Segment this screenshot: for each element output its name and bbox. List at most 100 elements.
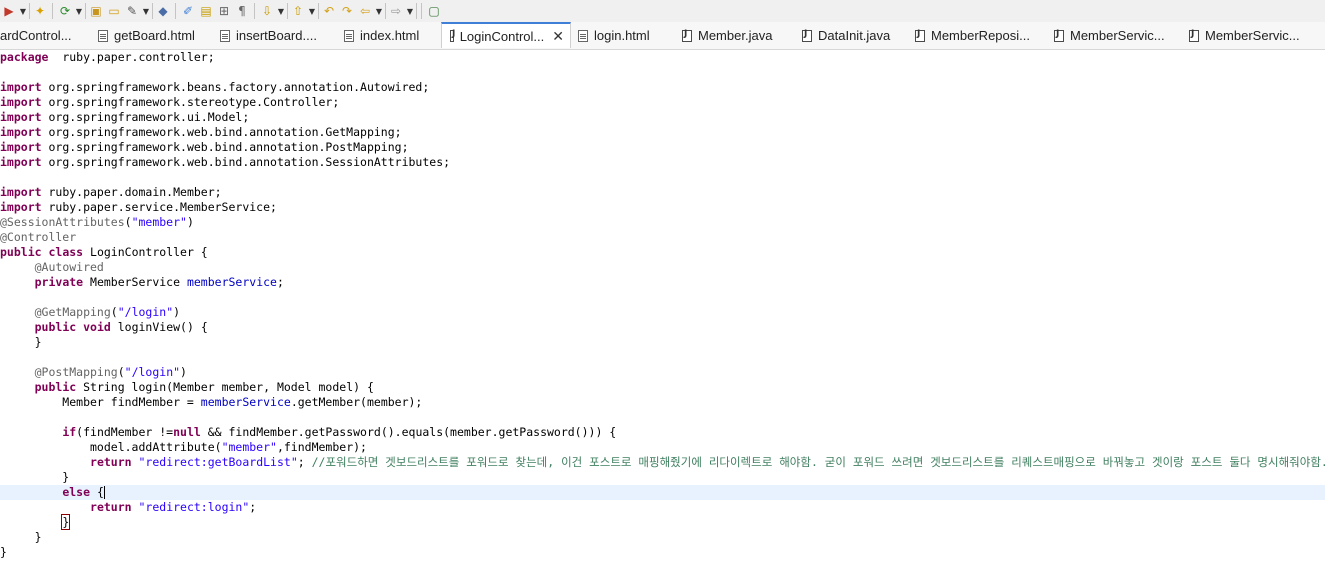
dropdown-arrow-icon[interactable]: ▼ [74, 0, 84, 22]
editor-tab[interactable]: login.html [578, 22, 650, 49]
code-line[interactable]: model.addAttribute("member",findMember); [0, 440, 367, 455]
string-token: "/login" [124, 365, 181, 379]
text-cursor [103, 486, 105, 499]
code-token: LoginController { [83, 245, 208, 259]
string-token: "redirect:getBoardList" [138, 455, 298, 469]
editor-tab-label: MemberServic... [1070, 28, 1165, 43]
code-token: } [0, 530, 42, 544]
prev-annotation-icon[interactable]: ⇧ [289, 0, 307, 22]
last-edit-forward-icon[interactable]: ↷ [338, 0, 356, 22]
code-token: } [0, 545, 7, 559]
block-selection-icon[interactable]: ▤ [197, 0, 215, 22]
editor-tab[interactable]: LoginControl... ✕ [441, 22, 571, 48]
code-line[interactable]: import org.springframework.beans.factory… [0, 80, 429, 95]
keyword-token: class [48, 245, 84, 259]
highlight-icon[interactable]: ✐ [179, 0, 197, 22]
code-line[interactable]: import org.springframework.web.bind.anno… [0, 155, 450, 170]
code-line[interactable]: private MemberService memberService; [0, 275, 284, 290]
code-line[interactable]: @Autowired [0, 260, 104, 275]
run-icon[interactable]: ▶ [0, 0, 18, 22]
code-line[interactable]: if(findMember !=null && findMember.getPa… [0, 425, 616, 440]
editor-tab[interactable]: MemberServic... [1189, 22, 1300, 49]
paragraph-icon[interactable]: ¶ [233, 0, 251, 22]
code-line[interactable]: Member findMember = memberService.getMem… [0, 395, 422, 410]
dropdown-arrow-icon[interactable]: ▼ [307, 0, 317, 22]
next-annotation-icon[interactable]: ⇩ [258, 0, 276, 22]
code-line[interactable]: } [0, 514, 71, 530]
code-line[interactable]: import org.springframework.web.bind.anno… [0, 125, 402, 140]
code-token: ) [173, 305, 181, 319]
dropdown-arrow-icon[interactable]: ▼ [405, 0, 415, 22]
code-token: ) [186, 215, 194, 229]
toolbar-separator [418, 0, 425, 22]
editor-tab[interactable]: index.html [344, 22, 419, 49]
code-line[interactable]: public String login(Member member, Model… [0, 380, 374, 395]
dropdown-arrow-icon[interactable]: ▼ [141, 0, 151, 22]
code-line[interactable]: import org.springframework.web.bind.anno… [0, 140, 409, 155]
code-line[interactable]: public void loginView() { [0, 320, 208, 335]
editor-tab[interactable]: MemberServic... [1054, 22, 1165, 49]
dropdown-arrow-icon[interactable]: ▼ [374, 0, 384, 22]
editor-tab[interactable]: ardControl... [0, 22, 72, 49]
editor-tab-label: login.html [594, 28, 650, 43]
string-token: "/login" [117, 305, 174, 319]
code-line[interactable]: } [0, 530, 42, 545]
dropdown-arrow-icon[interactable]: ▼ [276, 0, 286, 22]
code-line[interactable]: import org.springframework.ui.Model; [0, 110, 249, 125]
code-token: { [90, 485, 104, 499]
code-line[interactable]: @Controller [0, 230, 76, 245]
code-editor[interactable]: package ruby.paper.controller; import org… [0, 50, 1325, 570]
editor-tab[interactable]: getBoard.html [98, 22, 195, 49]
java-file-icon [450, 29, 455, 42]
forward-icon[interactable]: ⇨ [387, 0, 405, 22]
code-line[interactable]: @GetMapping("/login") [0, 305, 180, 320]
toolbar-separator [172, 0, 179, 22]
code-line[interactable]: @PostMapping("/login") [0, 365, 187, 380]
code-line[interactable]: } [0, 470, 69, 485]
code-token: ruby.paper.domain.Member; [41, 185, 222, 199]
package-icon[interactable]: ✦ [31, 0, 49, 22]
folder-icon[interactable]: ▭ [105, 0, 123, 22]
last-edit-icon[interactable]: ↶ [320, 0, 338, 22]
code-token: ; [276, 275, 284, 289]
editor-tab[interactable]: insertBoard.... [220, 22, 317, 49]
open-folder-icon[interactable]: ▣ [87, 0, 105, 22]
editor-tab[interactable]: Member.java [682, 22, 772, 49]
code-line[interactable]: } [0, 335, 42, 350]
toggle-mark-icon[interactable]: ◆ [154, 0, 172, 22]
wand-icon[interactable]: ✎ [123, 0, 141, 22]
code-line[interactable]: import ruby.paper.domain.Member; [0, 185, 222, 200]
code-line[interactable]: import org.springframework.stereotype.Co… [0, 95, 339, 110]
editor-tab-label: insertBoard.... [236, 28, 317, 43]
editor-tab-label: index.html [360, 28, 420, 43]
keyword-token: public [34, 320, 77, 334]
code-line[interactable]: } [0, 545, 7, 560]
show-whitespace-icon[interactable]: ⊞ [215, 0, 233, 22]
code-line[interactable]: public class LoginController { [0, 245, 208, 260]
code-line[interactable]: return "redirect:getBoardList"; //포워드하면 … [0, 455, 1325, 470]
code-token: String login(Member member, Model model)… [76, 380, 374, 394]
code-token: ,findMember); [276, 440, 367, 454]
editor-tab[interactable]: MemberReposi... [915, 22, 1030, 49]
keyword-token: import [0, 125, 42, 139]
code-line[interactable]: @SessionAttributes("member") [0, 215, 194, 230]
code-token: } [0, 335, 42, 349]
editor-tab[interactable]: DataInit.java [802, 22, 890, 49]
refresh-icon[interactable]: ⟳ [56, 0, 74, 22]
code-line[interactable]: return "redirect:login"; [0, 500, 256, 515]
keyword-token: import [0, 140, 42, 154]
code-line[interactable]: package ruby.paper.controller; [0, 50, 215, 65]
back-icon[interactable]: ⇦ [356, 0, 374, 22]
dropdown-arrow-icon[interactable]: ▼ [18, 0, 28, 22]
code-line[interactable]: else { [0, 485, 1325, 500]
code-line[interactable]: import ruby.paper.service.MemberService; [0, 200, 277, 215]
keyword-token: public [34, 380, 77, 394]
maximize-icon[interactable]: ▢ [425, 0, 443, 22]
close-icon[interactable]: ✕ [552, 28, 564, 45]
